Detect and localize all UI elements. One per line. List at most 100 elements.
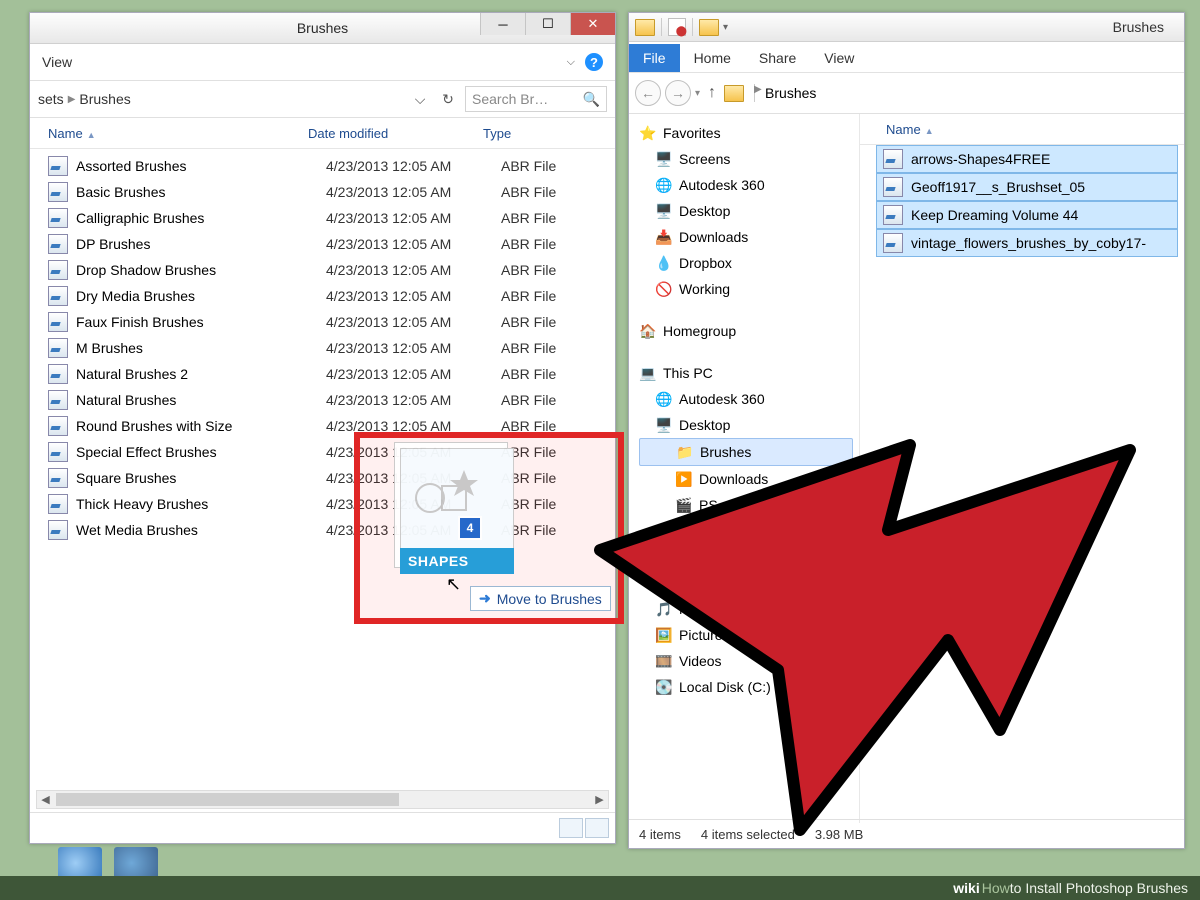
horizontal-scrollbar[interactable]: ◀ ▶ [36,790,609,809]
file-name: arrows-Shapes4FREE [911,151,1050,167]
scroll-left-icon[interactable]: ◀ [37,792,54,807]
chevron-right-icon: ▶ [68,94,76,105]
abr-file-icon [48,182,68,202]
file-row[interactable]: Natural Brushes 24/23/2013 12:05 AMABR F… [38,361,615,387]
tab-file[interactable]: File [629,44,680,72]
file-row[interactable]: Natural Brushes4/23/2013 12:05 AMABR Fil… [38,387,615,413]
abr-file-icon [48,494,68,514]
close-button[interactable]: ✕ [570,13,615,35]
tab-home[interactable]: Home [680,44,745,72]
file-row-selected[interactable]: Keep Dreaming Volume 44 [876,201,1178,229]
column-headers[interactable]: Name▲ [860,114,1184,145]
refresh-icon[interactable]: ↻ [437,88,459,110]
chevron-down-icon[interactable]: ▾ [723,22,728,33]
file-row[interactable]: DP Brushes4/23/2013 12:05 AMABR File [38,231,615,257]
file-name: Calligraphic Brushes [76,210,326,226]
status-bar [30,812,615,843]
chevron-down-icon[interactable]: ▾ [695,88,700,99]
file-row[interactable]: Calligraphic Brushes4/23/2013 12:05 AMAB… [38,205,615,231]
file-row[interactable]: M Brushes4/23/2013 12:05 AMABR File [38,335,615,361]
drag-ghost: 4 SHAPES [394,442,508,568]
title-bar[interactable]: Brushes ─ ☐ ✕ [30,13,615,44]
abr-file-icon [883,205,903,225]
tree-item[interactable]: 🖥️Screens [639,146,859,172]
breadcrumb[interactable]: sets ▶ Brushes [38,91,403,107]
file-date: 4/23/2013 12:05 AM [326,314,501,330]
tree-icon: 🖥️ [655,150,673,168]
properties-icon[interactable]: ⬤ [668,18,686,36]
tree-icon: 🖥️ [655,202,673,220]
help-icon[interactable]: ? [585,53,603,71]
minimize-button[interactable]: ─ [480,13,525,35]
file-date: 4/23/2013 12:05 AM [326,288,501,304]
abr-file-icon [48,442,68,462]
file-name: Assorted Brushes [76,158,326,174]
breadcrumb-folder[interactable]: Brushes [765,85,816,101]
column-headers[interactable]: Name▲ Date modified Type [30,118,615,149]
view-tab[interactable]: View [42,54,72,70]
file-name: Square Brushes [76,470,326,486]
file-date: 4/23/2013 12:05 AM [326,184,501,200]
tree-homegroup[interactable]: 🏠Homegroup [639,318,859,344]
file-name: Wet Media Brushes [76,522,326,538]
maximize-button[interactable]: ☐ [525,13,570,35]
file-row-selected[interactable]: Geoff1917__s_Brushset_05 [876,173,1178,201]
file-type: ABR File [501,158,556,174]
file-date: 4/23/2013 12:05 AM [326,236,501,252]
file-row[interactable]: Basic Brushes4/23/2013 12:05 AMABR File [38,179,615,205]
abr-file-icon [48,390,68,410]
address-bar: ← → ▾ ↑ ▶ Brushes [629,73,1184,114]
cursor-icon: ↖ [446,574,461,595]
abr-file-icon [48,260,68,280]
tree-item[interactable]: 💧Dropbox [639,250,859,276]
drag-banner: SHAPES [400,548,514,574]
file-date: 4/23/2013 12:05 AM [326,340,501,356]
chevron-right-icon: ▶ [754,84,755,102]
chevron-down-icon[interactable]: ⌵ [409,88,431,110]
tree-item[interactable]: 📥Downloads [639,224,859,250]
file-name: Geoff1917__s_Brushset_05 [911,179,1085,195]
abr-file-icon [883,233,903,253]
file-row-selected[interactable]: arrows-Shapes4FREE [876,145,1178,173]
window-title: Brushes [1113,19,1164,35]
tab-share[interactable]: Share [745,44,810,72]
tree-item[interactable]: 🌐Autodesk 360 [639,172,859,198]
nav-up-button[interactable]: ↑ [708,84,716,102]
tab-view[interactable]: View [810,44,868,72]
abr-file-icon [48,156,68,176]
file-type: ABR File [501,262,556,278]
file-type: ABR File [501,184,556,200]
search-icon: 🔍 [583,91,600,108]
abr-file-icon [48,364,68,384]
file-row[interactable]: Assorted Brushes4/23/2013 12:05 AMABR Fi… [38,153,615,179]
file-row[interactable]: Dry Media Brushes4/23/2013 12:05 AMABR F… [38,283,615,309]
file-row-selected[interactable]: vintage_flowers_brushes_by_coby17- [876,229,1178,257]
file-name: Dry Media Brushes [76,288,326,304]
abr-file-icon [883,149,903,169]
file-row[interactable]: Faux Finish Brushes4/23/2013 12:05 AMABR… [38,309,615,335]
file-name: Thick Heavy Brushes [76,496,326,512]
file-row[interactable]: Drop Shadow Brushes4/23/2013 12:05 AMABR… [38,257,615,283]
abr-file-icon [48,312,68,332]
folder-icon[interactable] [635,19,655,36]
file-date: 4/23/2013 12:05 AM [326,366,501,382]
scrollbar-thumb[interactable] [56,793,399,806]
file-type: ABR File [501,236,556,252]
tree-icon: 💧 [655,254,673,272]
drag-count-badge: 4 [458,516,482,540]
abr-file-icon [883,177,903,197]
nav-back-button[interactable]: ← [635,80,661,106]
file-name: Drop Shadow Brushes [76,262,326,278]
new-folder-icon[interactable] [699,19,719,36]
tree-item[interactable]: 🖥️Desktop [639,198,859,224]
chevron-down-icon[interactable]: ⌵ [567,56,575,69]
abr-file-icon [48,234,68,254]
nav-forward-button[interactable]: → [665,80,691,106]
abr-file-icon [48,416,68,436]
tree-favorites[interactable]: ⭐Favorites [639,120,859,146]
tree-item[interactable]: 🚫Working [639,276,859,302]
file-date: 4/23/2013 12:05 AM [326,210,501,226]
sort-asc-icon: ▲ [87,130,96,140]
search-input[interactable]: Search Br… 🔍 [465,86,607,112]
abr-file-icon [48,208,68,228]
